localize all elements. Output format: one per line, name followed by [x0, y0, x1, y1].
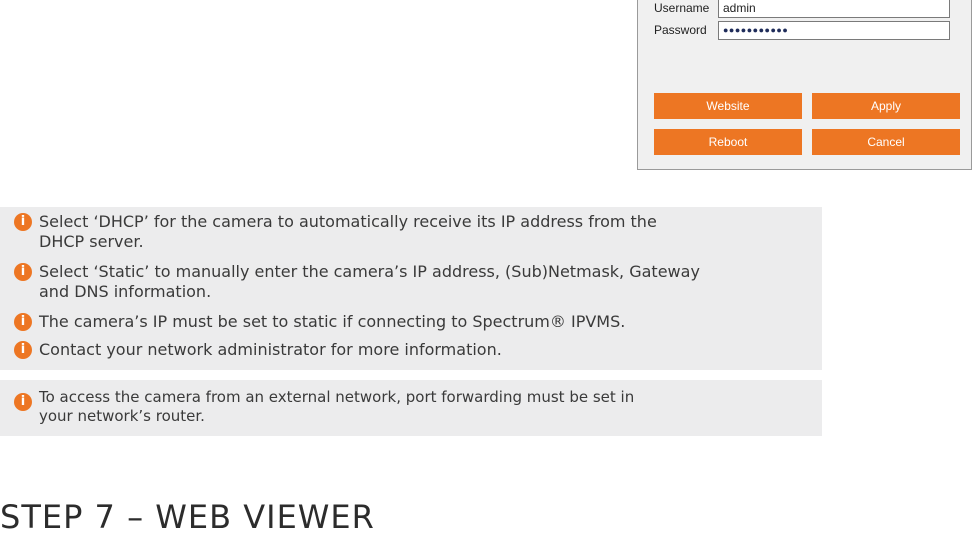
note-text: your network’s router.	[39, 407, 205, 425]
note-text: The camera’s IP must be set to static if…	[39, 312, 626, 331]
note-item: i Select ‘Static’ to manually enter the …	[14, 262, 700, 302]
info-icon: i	[14, 341, 32, 359]
password-field[interactable]: ●●●●●●●●●●●	[718, 20, 950, 40]
note-item: i To access the camera from an external …	[14, 388, 634, 426]
section-heading: STEP 7 – WEB VIEWER	[0, 498, 375, 536]
note-text: Select ‘Static’ to manually enter the ca…	[39, 262, 700, 281]
network-settings-dialog: Username admin Password ●●●●●●●●●●● Webs…	[637, 0, 972, 170]
cancel-button[interactable]: Cancel	[812, 129, 960, 155]
note-text: Contact your network administrator for m…	[39, 340, 502, 359]
note-text: DHCP server.	[39, 232, 144, 251]
info-icon: i	[14, 313, 32, 331]
note-text: To access the camera from an external ne…	[39, 388, 635, 406]
username-label: Username	[654, 1, 710, 15]
note-item: i The camera’s IP must be set to static …	[14, 312, 625, 332]
reboot-button[interactable]: Reboot	[654, 129, 802, 155]
username-field[interactable]: admin	[718, 0, 950, 18]
port-forwarding-note: i To access the camera from an external …	[0, 380, 822, 436]
note-text: and DNS information.	[39, 282, 212, 301]
username-row: Username admin	[654, 0, 950, 18]
note-item: i Select ‘DHCP’ for the camera to automa…	[14, 212, 657, 252]
note-text: Select ‘DHCP’ for the camera to automati…	[39, 212, 657, 231]
ip-settings-notes: i Select ‘DHCP’ for the camera to automa…	[0, 207, 822, 370]
apply-button[interactable]: Apply	[812, 93, 960, 119]
website-button[interactable]: Website	[654, 93, 802, 119]
info-icon: i	[14, 213, 32, 231]
info-icon: i	[14, 393, 32, 411]
password-label: Password	[654, 23, 707, 37]
password-row: Password ●●●●●●●●●●●	[654, 20, 950, 40]
info-icon: i	[14, 263, 32, 281]
note-item: i Contact your network administrator for…	[14, 340, 502, 360]
